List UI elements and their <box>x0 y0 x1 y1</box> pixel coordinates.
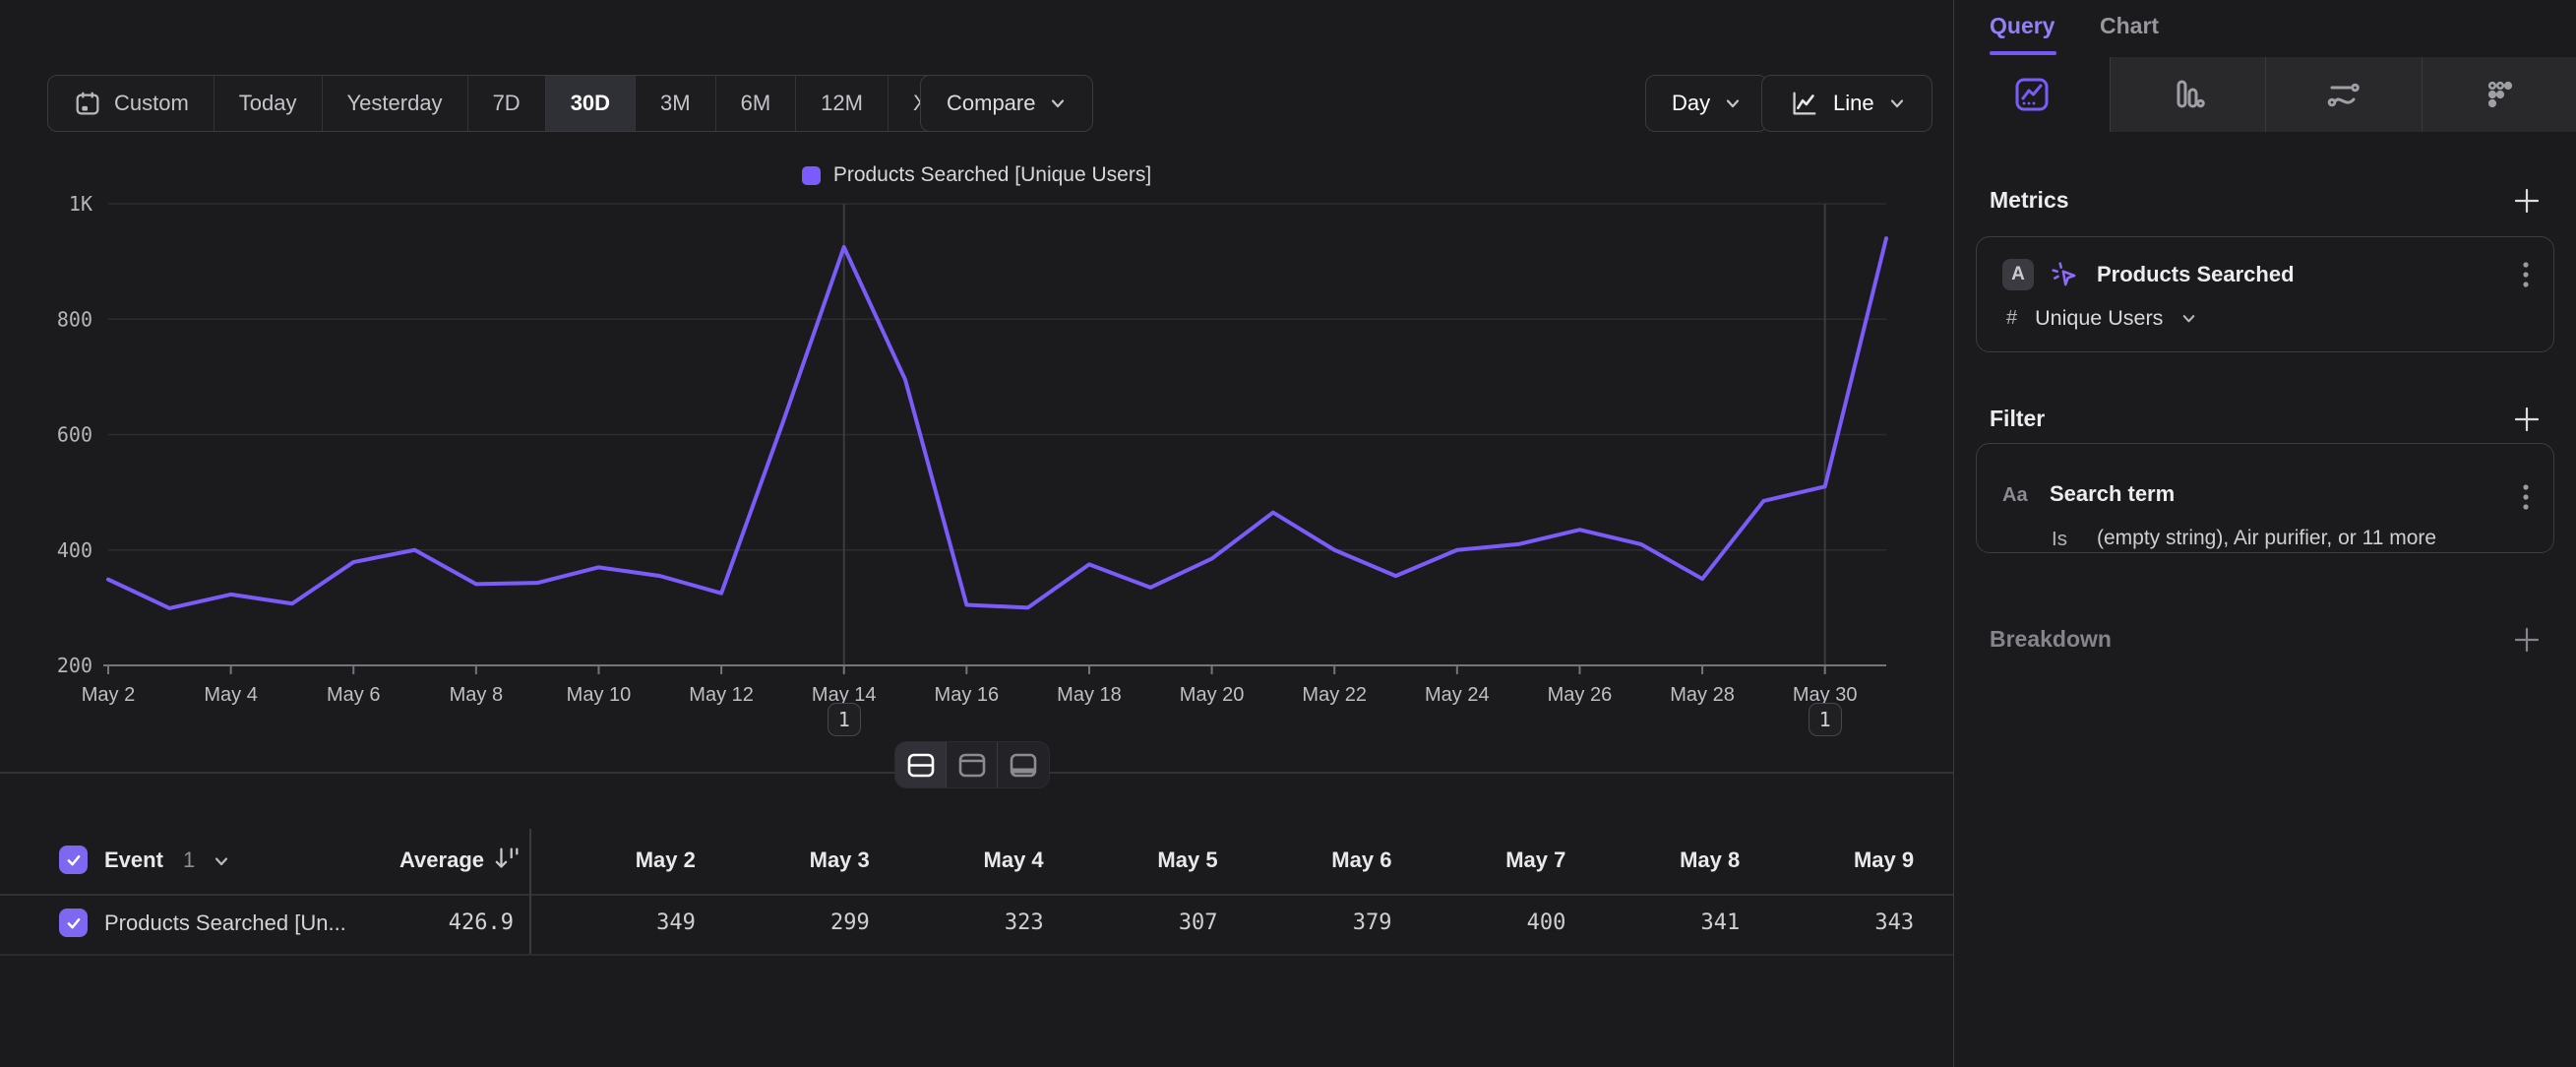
table-cell: 299 <box>696 910 870 935</box>
svg-text:May 18: May 18 <box>1057 684 1122 706</box>
tab-funnels[interactable] <box>2111 57 2267 132</box>
table-col-header[interactable]: May 7 <box>1391 847 1565 873</box>
series-average-value: 426.9 <box>325 910 514 935</box>
tab-chart[interactable]: Chart <box>2100 13 2159 39</box>
measure-dropdown[interactable]: # Unique Users <box>2006 306 2197 331</box>
filter-card[interactable]: Aa Search term Is (empty string), Air pu… <box>1976 443 2554 553</box>
tab-query[interactable]: Query <box>1990 13 2055 39</box>
layout-toggle <box>894 741 1050 788</box>
add-metric-button[interactable] <box>2513 187 2541 215</box>
table-cell: 307 <box>1044 910 1218 935</box>
metrics-heading: Metrics <box>1990 187 2069 214</box>
report-type-tabs <box>1954 57 2576 132</box>
svg-text:May 10: May 10 <box>567 684 632 706</box>
table-header-divider <box>0 894 1953 896</box>
active-tab-underline <box>1990 51 2056 55</box>
select-all-checkbox[interactable] <box>59 846 88 874</box>
svg-text:May 22: May 22 <box>1302 684 1367 706</box>
add-breakdown-button[interactable] <box>2513 626 2541 654</box>
sort-descending-icon[interactable] <box>494 845 521 872</box>
series-row-label: Products Searched [Un... <box>104 910 346 936</box>
table-date-values: 349299323307379400341343 <box>521 910 1914 935</box>
event-count: 1 <box>183 847 195 873</box>
table-col-header[interactable]: May 2 <box>521 847 696 873</box>
chevron-down-icon <box>2180 310 2197 327</box>
annotation-badge[interactable]: 1 <box>828 703 861 736</box>
measure-label: Unique Users <box>2035 306 2163 331</box>
series-checkbox[interactable] <box>59 909 88 937</box>
table-cell: 349 <box>521 910 696 935</box>
retention-icon <box>2478 73 2521 116</box>
add-filter-button[interactable] <box>2513 406 2541 433</box>
table-cell: 379 <box>1218 910 1392 935</box>
table-col-header[interactable]: May 9 <box>1740 847 1914 873</box>
svg-text:May 26: May 26 <box>1548 684 1613 706</box>
table-cell: 343 <box>1740 910 1914 935</box>
main-panel: Custom Today Yesterday 7D 30D 3M 6M 12M … <box>0 0 1953 1067</box>
event-dropdown-label[interactable]: Event <box>104 847 163 873</box>
svg-text:May 28: May 28 <box>1670 684 1735 706</box>
text-property-icon: Aa <box>2002 484 2028 507</box>
svg-text:May 20: May 20 <box>1180 684 1245 706</box>
metric-letter-badge: A <box>2002 259 2034 290</box>
filter-value[interactable]: (empty string), Air purifier, or 11 more <box>2097 527 2436 550</box>
svg-text:May 24: May 24 <box>1425 684 1490 706</box>
filter-property-name[interactable]: Search term <box>2050 481 2175 507</box>
table-cell: 323 <box>870 910 1044 935</box>
svg-text:May 2: May 2 <box>82 684 135 706</box>
table-cell: 341 <box>1565 910 1740 935</box>
funnels-icon <box>2166 73 2209 116</box>
table-col-header[interactable]: May 4 <box>870 847 1044 873</box>
breakdown-heading: Breakdown <box>1990 626 2112 653</box>
svg-text:600: 600 <box>57 423 92 447</box>
tab-retention[interactable] <box>2423 57 2576 132</box>
svg-text:1K: 1K <box>69 192 92 216</box>
table-col-header[interactable]: May 6 <box>1218 847 1392 873</box>
metric-event-name[interactable]: Products Searched <box>2097 262 2295 287</box>
app-root: Custom Today Yesterday 7D 30D 3M 6M 12M … <box>0 0 2576 1067</box>
tab-flows[interactable] <box>2266 57 2423 132</box>
svg-text:May 8: May 8 <box>450 684 503 706</box>
table-col-header[interactable]: May 8 <box>1565 847 1740 873</box>
metric-card[interactable]: A Products Searched # Unique Users <box>1976 236 2554 352</box>
line-chart[interactable]: 200 400 600 800 1K May 2 May 4 May 6 May 8 May 10… <box>0 0 1953 748</box>
average-column-header[interactable]: Average <box>295 847 484 873</box>
insights-icon <box>2010 73 2054 116</box>
tab-insights[interactable] <box>1954 57 2111 132</box>
table-cell: 400 <box>1391 910 1565 935</box>
svg-text:400: 400 <box>57 538 92 562</box>
kebab-menu-icon[interactable] <box>2522 261 2530 288</box>
table-col-header[interactable]: May 5 <box>1044 847 1218 873</box>
table-col-header[interactable]: May 3 <box>696 847 870 873</box>
svg-text:800: 800 <box>57 307 92 331</box>
svg-text:May 4: May 4 <box>204 684 257 706</box>
table-only-view-button[interactable] <box>998 742 1049 787</box>
annotation-badge[interactable]: 1 <box>1809 703 1842 736</box>
svg-text:May 12: May 12 <box>689 684 754 706</box>
svg-text:May 16: May 16 <box>935 684 1000 706</box>
svg-text:May 6: May 6 <box>327 684 380 706</box>
chevron-down-icon[interactable] <box>213 852 230 870</box>
measure-symbol: # <box>2006 307 2017 330</box>
filter-heading: Filter <box>1990 406 2045 432</box>
query-sidebar: Query Chart <box>1953 0 2576 1067</box>
svg-text:200: 200 <box>57 654 92 677</box>
table-date-headers: May 2May 3May 4May 5May 6May 7May 8May 9 <box>521 847 1914 873</box>
event-spark-icon <box>2050 260 2081 291</box>
chart-only-view-button[interactable] <box>947 742 998 787</box>
kebab-menu-icon[interactable] <box>2522 483 2530 511</box>
table-row-divider <box>0 954 1953 956</box>
split-view-button[interactable] <box>895 742 947 787</box>
filter-operator[interactable]: Is <box>2052 528 2067 551</box>
flows-icon <box>2321 72 2366 117</box>
